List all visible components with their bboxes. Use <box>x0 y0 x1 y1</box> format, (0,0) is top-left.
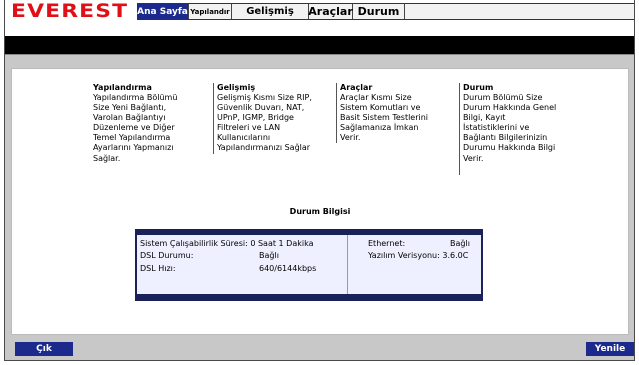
dsl-status-value: Bağlı <box>259 251 279 260</box>
section-line: Kullanıcılarını <box>217 133 271 143</box>
status-right-pane: Ethernet: Bağlı Yazılım Verisyonu: 3.6.0… <box>348 235 481 294</box>
tab-ana-sayfa[interactable]: Ana Sayfa <box>137 4 189 19</box>
title-bar <box>5 36 634 54</box>
section-line: Sağlar. <box>93 153 121 163</box>
section-line: Temel Yapılandırma <box>93 133 171 143</box>
firmware-version: Yazılım Verisyonu: 3.6.0C <box>368 251 469 260</box>
section-gelismis: Gelişmiş Gelişmiş Kısmı Size RIP, Güvenl… <box>213 83 336 154</box>
tab-spacer <box>405 4 634 19</box>
section-yapilandirma: Yapılandırma Yapılandırma Bölümü Size Ye… <box>90 83 213 164</box>
section-line: Bağlantı Bilgilerinizin <box>463 133 548 143</box>
section-line: Gelişmiş Kısmı Size RIP, <box>217 93 312 102</box>
logout-button[interactable]: Çık <box>15 342 73 356</box>
router-frame: EVEREST Ana Sayfa Yapılandır Gelişmiş Ar… <box>4 0 635 361</box>
section-line: Verir. <box>340 133 361 143</box>
section-line: Sistem Komutları ve <box>340 103 421 113</box>
section-line: Bilgi, Kayıt <box>463 113 506 123</box>
section-line: İstatistiklerini ve <box>463 123 530 133</box>
section-title: Yapılandırma <box>93 83 152 92</box>
section-line: UPnP, IGMP, Bridge <box>217 113 294 123</box>
section-line: Yapılandırmanızı Sağlar <box>217 143 311 153</box>
section-title: Araçlar <box>340 83 373 92</box>
status-box: Sistem Çalışabilirlik Süresi: 0 Saat 1 D… <box>135 229 483 301</box>
section-line: Sağlamanıza İmkan <box>340 123 419 133</box>
content-panel: Yapılandırma Yapılandırma Bölümü Size Ye… <box>11 68 629 335</box>
section-line: Araçlar Kısmı Size <box>340 93 412 102</box>
tab-yapilandir[interactable]: Yapılandır <box>189 4 232 19</box>
status-title: Durum Bilgisi <box>289 207 351 216</box>
section-title: Gelişmiş <box>217 83 256 92</box>
section-title: Durum <box>463 83 494 92</box>
status-left-pane: Sistem Çalışabilirlik Süresi: 0 Saat 1 D… <box>137 235 348 294</box>
ethernet-value: Bağlı <box>450 239 470 248</box>
section-line: Verir. <box>463 153 484 163</box>
refresh-button[interactable]: Yenile <box>586 342 634 356</box>
section-line: Durumu Hakkında Bilgi <box>463 143 556 153</box>
section-line: Ayarlarını Yapmanızı <box>93 143 174 153</box>
status-inner: Sistem Çalışabilirlik Süresi: 0 Saat 1 D… <box>137 235 481 294</box>
section-durum: Durum Durum Bölümü Size Durum Hakkında G… <box>459 83 579 175</box>
section-line: Varolan Bağlantıyı <box>93 113 166 123</box>
ethernet-label: Ethernet: <box>368 239 406 248</box>
everest-logo: EVEREST <box>11 0 129 22</box>
main-tabs: Ana Sayfa Yapılandır Gelişmiş Araçlar Du… <box>137 3 634 20</box>
dsl-speed-value: 640/6144kbps <box>259 264 317 273</box>
header: EVEREST Ana Sayfa Yapılandır Gelişmiş Ar… <box>5 0 634 22</box>
section-line: Durum Bölümü Size <box>463 93 543 102</box>
section-line: Düzenleme ve Diğer <box>93 123 175 133</box>
tab-gelismis[interactable]: Gelişmiş <box>232 4 309 19</box>
section-line: Basit Sistem Testlerini <box>340 113 429 123</box>
section-line: Filtreleri ve LAN <box>217 123 281 133</box>
uptime-text: Sistem Çalışabilirlik Süresi: 0 Saat 1 D… <box>140 239 314 248</box>
section-line: Durum Hakkında Genel <box>463 103 557 113</box>
dsl-status-label: DSL Durumu: <box>140 251 194 260</box>
tab-araclar[interactable]: Araçlar <box>308 4 353 19</box>
section-line: Güvenlik Duvarı, NAT, <box>217 103 305 113</box>
dsl-speed-label: DSL Hızı: <box>140 264 176 273</box>
tab-durum[interactable]: Durum <box>353 4 405 19</box>
section-line: Size Yeni Bağlantı, <box>93 103 167 113</box>
section-araclar: Araçlar Araçlar Kısmı Size Sistem Komutl… <box>336 83 459 144</box>
section-line: Yapılandırma Bölümü <box>93 93 178 102</box>
